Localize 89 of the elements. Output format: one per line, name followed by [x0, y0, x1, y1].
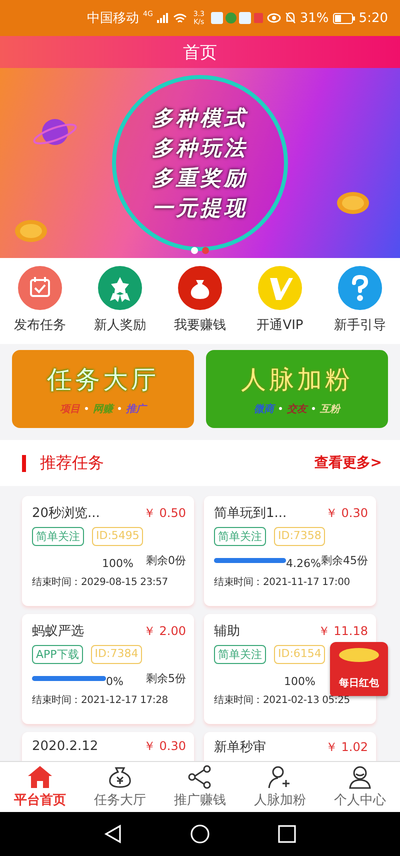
help-icon[interactable]: [338, 266, 382, 310]
promo-tag: 交友: [287, 402, 307, 416]
task-type-tag: 简单关注: [214, 527, 266, 546]
task-id-tag: ID:6154: [274, 645, 326, 664]
task-card[interactable]: 2020.2.12 ￥ 0.30: [22, 732, 194, 761]
carousel-dot[interactable]: [191, 247, 198, 254]
signal-icon: [156, 13, 169, 23]
action-label[interactable]: 新手引导: [334, 316, 386, 334]
task-title: 蚂蚁严选: [32, 623, 84, 640]
money-bag-icon: [107, 765, 133, 789]
end-time: 结束时间：2029-08-15 23:57: [32, 576, 169, 589]
coin-icon: [14, 218, 48, 244]
tab-item[interactable]: 推广赚钱: [162, 765, 238, 809]
promo-tag: 推广: [126, 402, 146, 416]
tab-item[interactable]: 任务大厅: [82, 765, 158, 809]
remaining-count: 剩余5份: [146, 671, 186, 686]
task-price: ￥ 0.50: [143, 504, 186, 522]
medal-icon[interactable]: [98, 266, 142, 310]
view-more-link[interactable]: 查看更多>: [314, 454, 382, 472]
coins-icon: [339, 648, 379, 662]
promo-tag: 项目: [60, 402, 80, 416]
action-label[interactable]: 开通VIP: [256, 316, 304, 334]
task-id-tag: ID:7358: [274, 527, 326, 546]
section-title: 推荐任务: [40, 452, 105, 474]
coin-icon: [336, 190, 370, 216]
wifi-icon: [172, 12, 187, 24]
task-card[interactable]: 蚂蚁严选 ￥ 2.00 APP下载 ID:7384 0% 剩余5份 结束时间：2021-12-17 17:28: [22, 614, 194, 724]
task-title: 新单秒审: [214, 739, 266, 756]
task-title: 简单玩到1...: [214, 505, 287, 522]
banner-slogan: 多种玩法: [152, 134, 248, 162]
tab-item[interactable]: 个人中心: [322, 765, 398, 809]
task-type-tag: 简单关注: [214, 645, 266, 664]
task-price: ￥ 2.00: [143, 622, 186, 640]
task-title: 辅助: [214, 623, 240, 640]
remaining-count: 剩余0份: [146, 553, 186, 568]
battery-percent: 31%: [300, 10, 329, 26]
task-title: 20秒浏览...: [32, 505, 100, 522]
gift-envelope-popup[interactable]: 每日红包: [330, 642, 388, 696]
share-icon: [187, 765, 213, 789]
task-type-tag: APP下载: [32, 645, 83, 664]
task-type-tag: 简单关注: [32, 527, 84, 546]
end-time: 结束时间：2021-11-17 17:00: [214, 576, 351, 589]
clock-time: 5:20: [358, 10, 388, 26]
user-icon: [347, 765, 373, 789]
end-time: 结束时间：2021-12-17 17:28: [32, 694, 169, 707]
task-card[interactable]: 20秒浏览... ￥ 0.50 简单关注 ID:5495 100% 剩余0份 结束时间：2029-08-15 23:57: [22, 496, 194, 606]
end-time: 结束时间：2021-02-13 05:25: [214, 694, 351, 707]
recent-apps-icon[interactable]: [278, 825, 296, 843]
section-marker: [22, 454, 26, 472]
home-icon: [27, 765, 53, 789]
promo-tag: 互粉: [320, 402, 340, 416]
progress-percent: 0%: [106, 675, 124, 688]
task-card[interactable]: 简单玩到1... ￥ 0.30 简单关注 ID:7358 4.26%剩余45份 结束时间：2021-11-17 17:00: [204, 496, 376, 606]
eye-icon: [266, 13, 281, 23]
carousel-dot[interactable]: [202, 247, 209, 254]
page-title: 首页: [183, 42, 217, 64]
progress-percent: 100%: [284, 675, 316, 688]
task-price: ￥ 1.02: [325, 738, 368, 756]
action-label[interactable]: 发布任务: [14, 316, 66, 334]
task-price: ￥ 0.30: [143, 738, 186, 755]
task-id-tag: ID:7384: [90, 645, 142, 664]
banner-slogan: 多种模式: [152, 104, 248, 132]
banner-slogan: 多重奖励: [152, 164, 248, 192]
battery-icon: [332, 12, 355, 24]
tab-item[interactable]: 人脉加粉: [242, 765, 318, 809]
bell-off-icon: [284, 12, 296, 24]
remaining-count: 剩余45份: [321, 553, 368, 568]
back-icon[interactable]: [104, 824, 122, 844]
task-id-tag: ID:5495: [92, 527, 144, 546]
carrier-name: 中国移动: [87, 10, 139, 27]
app-icons-drawing: [210, 12, 263, 24]
promo-title: 任务大厅: [47, 364, 159, 396]
home-icon[interactable]: [190, 824, 210, 844]
progress-percent: 100%: [102, 557, 134, 570]
tab-item[interactable]: 平台首页: [2, 765, 78, 809]
promo-title: 人脉加粉: [241, 364, 353, 396]
promo-tag: 网赚: [93, 402, 113, 416]
task-price: ￥ 11.18: [318, 622, 368, 640]
action-label[interactable]: 我要赚钱: [174, 316, 226, 334]
promo-banner[interactable]: 多种模式 多种玩法 多重奖励 一元提现: [0, 68, 400, 258]
progress-percent: 4.26%: [286, 557, 321, 570]
banner-slogan: 一元提现: [152, 194, 248, 222]
task-card[interactable]: 新单秒审 ￥ 1.02: [204, 732, 376, 761]
action-label[interactable]: 新人奖励: [94, 316, 146, 334]
task-title: 2020.2.12: [32, 739, 98, 754]
promo-tag: 微商: [254, 402, 274, 416]
calendar-icon[interactable]: [18, 266, 62, 310]
task-price: ￥ 0.30: [325, 504, 368, 522]
moneybag-icon[interactable]: [178, 266, 222, 310]
